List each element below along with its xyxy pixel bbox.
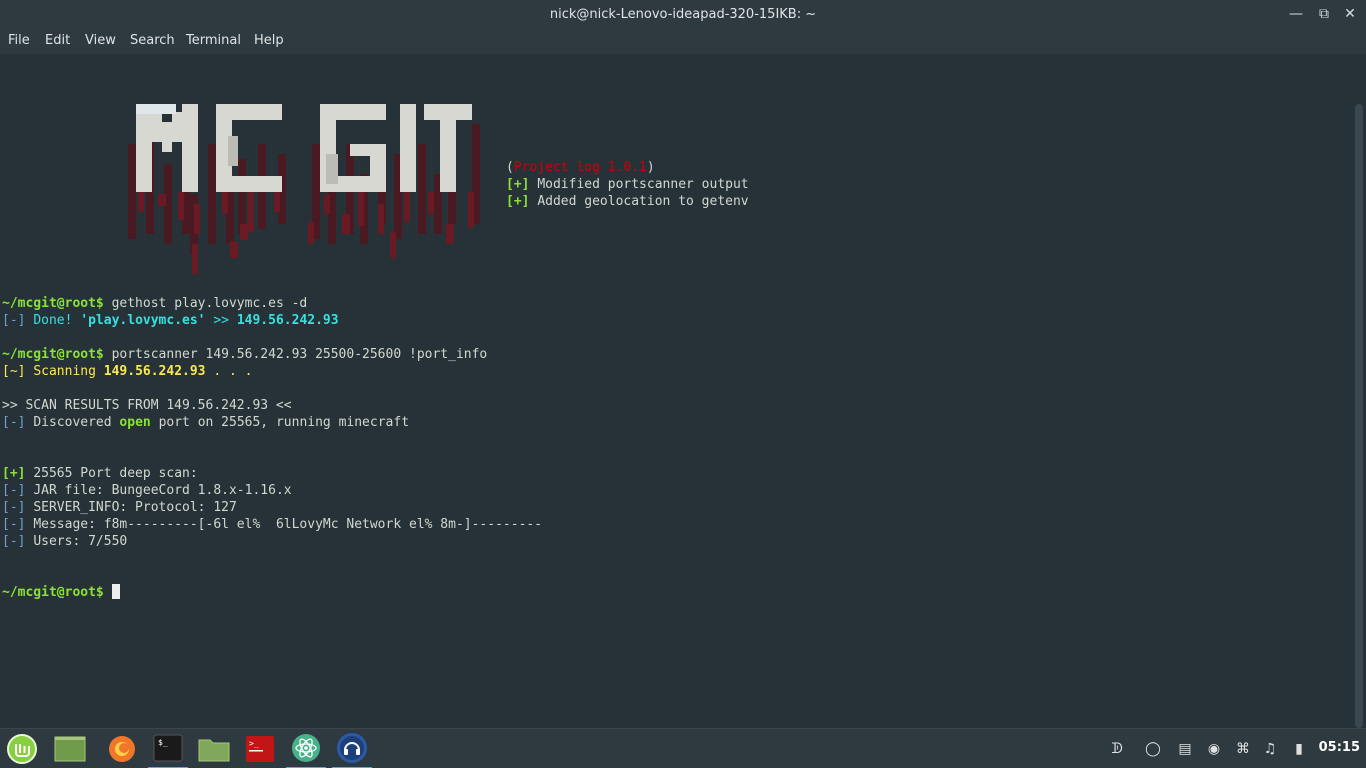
files-icon[interactable] xyxy=(194,729,234,768)
terminal-icon[interactable]: $_ xyxy=(148,729,188,768)
menu-terminal[interactable]: Terminal xyxy=(186,33,241,48)
menu-view[interactable]: View xyxy=(85,33,116,48)
scanning-status: [~] Scanning 149.56.242.93 . . . xyxy=(2,364,253,379)
command-line: ~/mcgit@root$ gethost play.lovymc.es -d xyxy=(2,296,308,311)
deep-scan-line: [-] SERVER_INFO: Protocol: 127 xyxy=(2,500,237,515)
title-bar: nick@nick-Lenovo-ideapad-320-15IKB: ~ — … xyxy=(0,0,1366,29)
window-title: nick@nick-Lenovo-ideapad-320-15IKB: ~ xyxy=(549,7,817,22)
clipboard-icon[interactable]: ▤ xyxy=(1175,739,1195,759)
project-log-entry: [+] Modified portscanner output xyxy=(506,177,749,192)
current-prompt[interactable]: ~/mcgit@root$ xyxy=(2,584,120,601)
battery-icon[interactable]: ▮ xyxy=(1289,739,1309,759)
menu-bar: File Edit View Search Terminal Help xyxy=(0,29,1366,54)
svg-text:>_: >_ xyxy=(249,739,259,748)
logo-pixel xyxy=(228,136,238,166)
logo-pixel xyxy=(358,192,364,226)
atom-icon[interactable] xyxy=(286,729,326,768)
logo-pixel xyxy=(172,112,182,142)
headset-icon[interactable] xyxy=(332,729,372,768)
command-line: ~/mcgit@root$ portscanner 149.56.242.93 … xyxy=(2,347,488,362)
svg-text:$_: $_ xyxy=(158,738,168,747)
logo-pixel xyxy=(178,192,184,220)
wifi-icon[interactable]: ⌘ xyxy=(1233,739,1253,759)
logo-pixel xyxy=(274,192,280,212)
logo-pixel xyxy=(238,159,246,234)
menu-icon[interactable] xyxy=(2,729,42,768)
logo-pixel xyxy=(216,176,282,192)
menu-help[interactable]: Help xyxy=(254,33,284,48)
logo-pixel xyxy=(440,104,456,192)
shield-icon[interactable]: ◯ xyxy=(1143,739,1163,759)
deep-scan-line: [-] JAR file: BungeeCord 1.8.x-1.16.x xyxy=(2,483,292,498)
logo-pixel xyxy=(248,192,254,232)
project-log-title: (Project log 1.0.1) xyxy=(506,160,655,175)
logo-pixel xyxy=(230,242,238,258)
logo-pixel xyxy=(240,224,248,240)
mcgit-logo xyxy=(128,104,488,279)
text-cursor xyxy=(111,584,120,599)
logo-pixel xyxy=(158,194,166,206)
deep-scan-header: [+] 25565 Port deep scan: xyxy=(2,466,198,481)
deep-scan-line: [-] Users: 7/550 xyxy=(2,534,128,549)
logo-pixel xyxy=(308,222,314,244)
logo-pixel xyxy=(208,144,216,244)
logo-pixel xyxy=(192,244,198,274)
logo-pixel xyxy=(390,232,396,258)
close-icon[interactable]: ✕ xyxy=(1340,4,1360,24)
firefox-icon[interactable] xyxy=(102,729,142,768)
scrollbar-thumb[interactable] xyxy=(1355,104,1363,728)
logo-pixel xyxy=(162,122,172,152)
logo-pixel xyxy=(222,192,228,214)
logo-pixel xyxy=(138,192,144,212)
logo-pixel xyxy=(128,144,136,239)
clock[interactable]: 05:15 xyxy=(1319,740,1360,755)
logo-pixel xyxy=(468,192,474,228)
logo-pixel xyxy=(404,192,410,222)
logo-pixel xyxy=(342,214,350,234)
taskbar: $_ >_ ᗫ ◯ ▤ ◉ ⌘ ♫ ▮ 05:15 xyxy=(0,728,1366,768)
logo-pixel xyxy=(400,104,416,192)
maximize-icon[interactable]: ⧉ xyxy=(1314,4,1334,24)
logo-pixel xyxy=(136,104,152,192)
logo-pixel xyxy=(136,104,176,114)
deep-scan-line: [-] Message: f8m---------[-6l el% 6lLovy… xyxy=(2,517,543,532)
logo-pixel xyxy=(152,112,162,142)
logo-pixel xyxy=(324,194,330,214)
minimize-icon[interactable]: — xyxy=(1286,4,1306,24)
volume-icon[interactable]: ♫ xyxy=(1260,739,1280,759)
logo-pixel xyxy=(428,192,434,214)
menu-search[interactable]: Search xyxy=(130,33,175,48)
nvidia-icon[interactable]: ◉ xyxy=(1204,739,1224,759)
bluetooth-icon[interactable]: ᗫ xyxy=(1107,739,1127,759)
logo-pixel xyxy=(326,154,338,184)
menu-file[interactable]: File xyxy=(8,33,30,48)
terminal-red-icon[interactable]: >_ xyxy=(240,729,280,768)
menu-edit[interactable]: Edit xyxy=(45,33,70,48)
project-log-entry: [+] Added geolocation to getenv xyxy=(506,194,749,209)
logo-pixel xyxy=(194,204,200,234)
scan-results-header: >> SCAN RESULTS FROM 149.56.242.93 << xyxy=(2,398,292,413)
gethost-result: [-] Done! 'play.lovymc.es' >> 149.56.242… xyxy=(2,313,339,328)
desktop-icon[interactable] xyxy=(50,729,90,768)
scan-result-line: [-] Discovered open port on 25565, runni… xyxy=(2,415,410,430)
logo-pixel xyxy=(350,144,386,156)
logo-pixel xyxy=(182,104,198,192)
logo-pixel xyxy=(378,204,384,234)
logo-pixel xyxy=(446,224,454,244)
logo-pixel xyxy=(418,144,426,234)
